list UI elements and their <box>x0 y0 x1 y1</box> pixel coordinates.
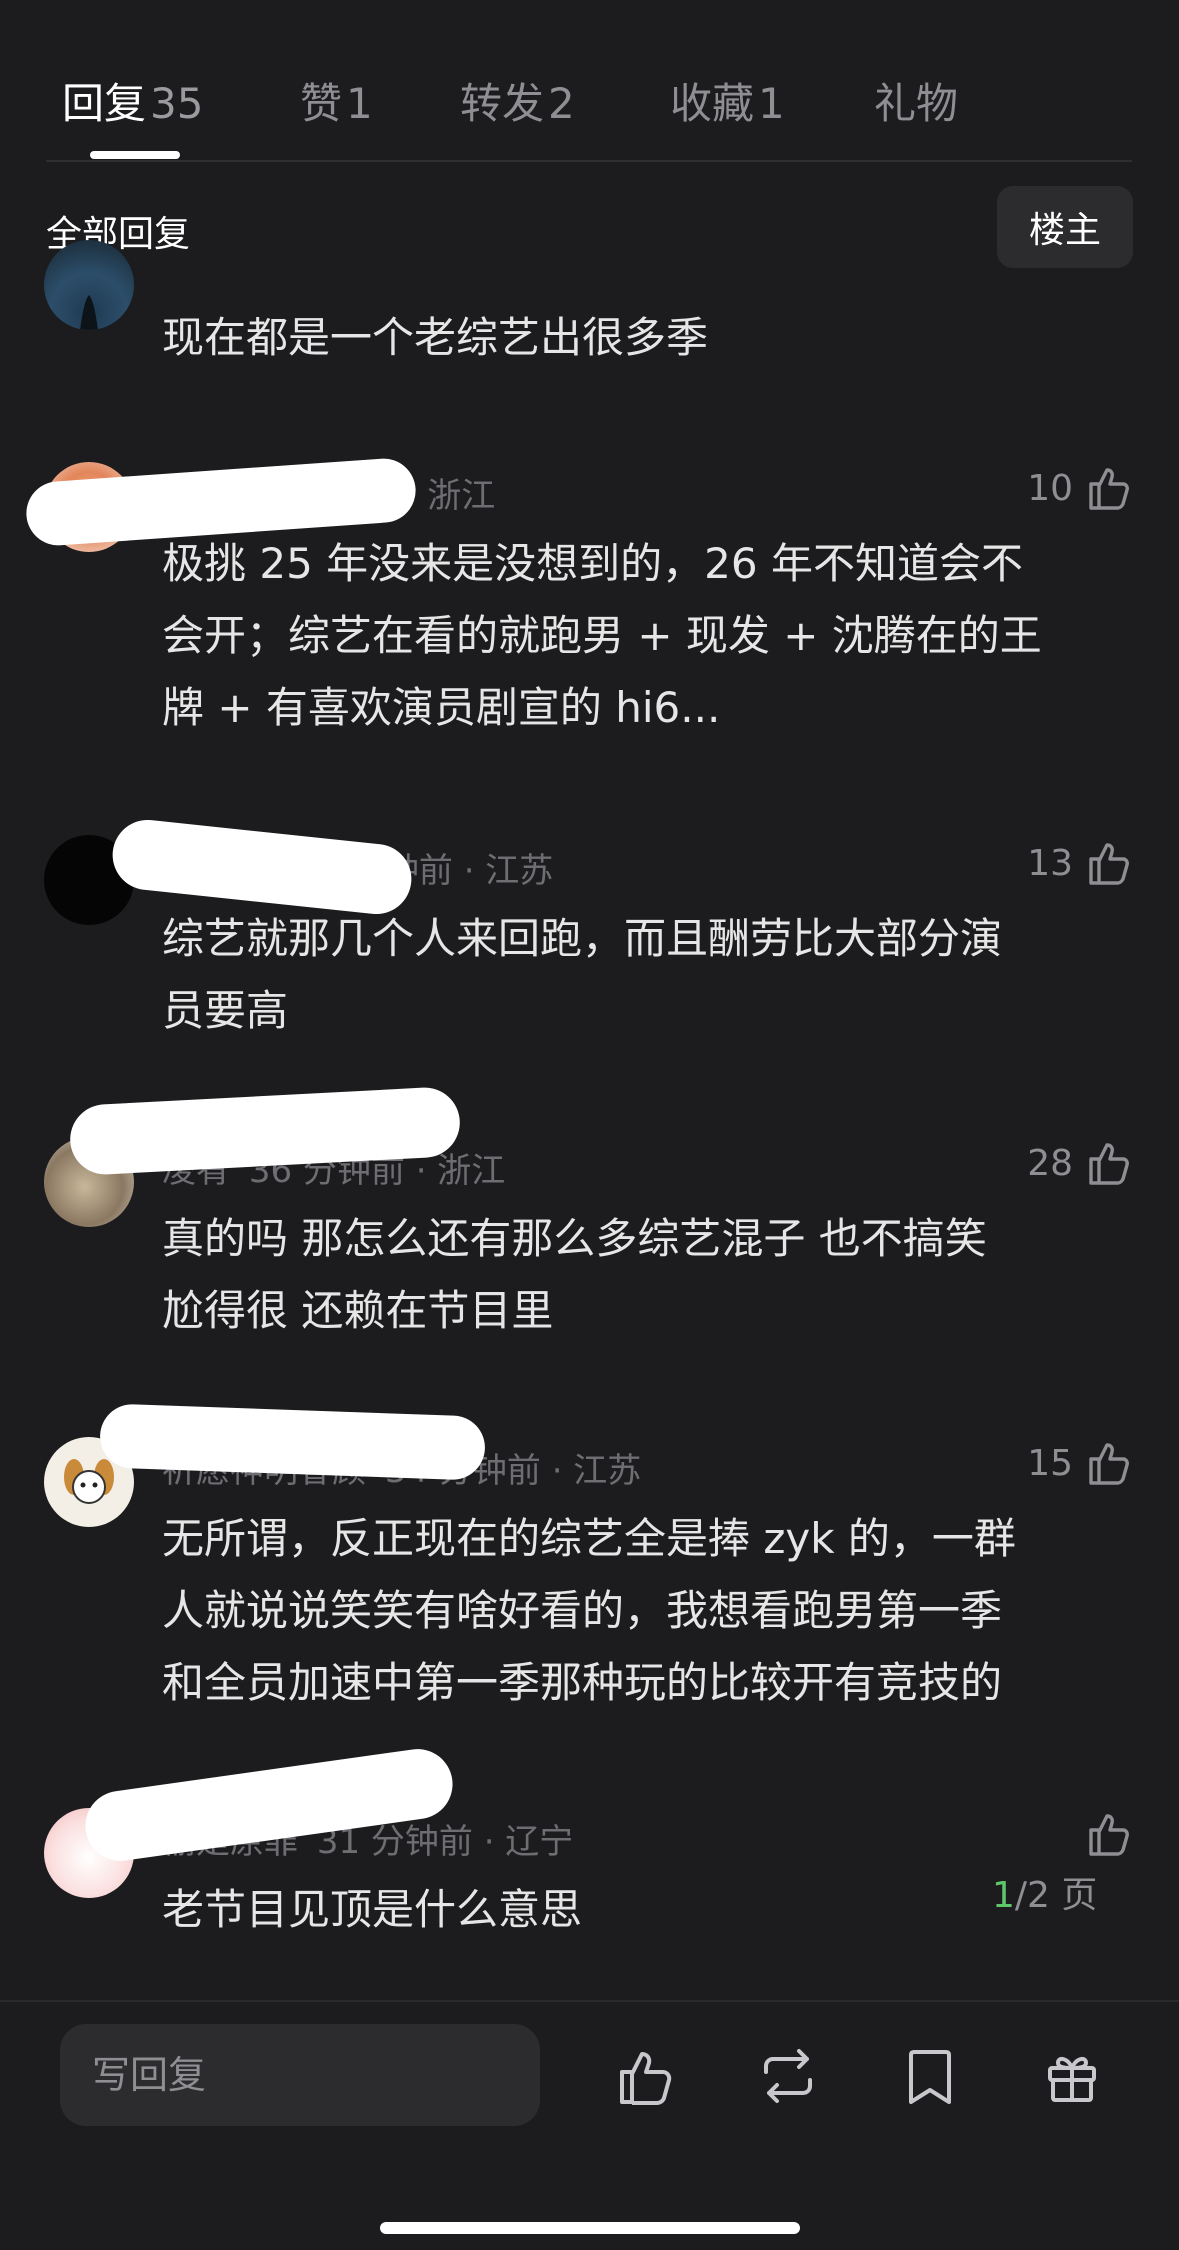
comment-line: 无所谓，反正现在的综艺全是捧 zyk 的，一群 <box>162 1514 1016 1563</box>
tab-bar: 回复35 赞1 转发2 收藏1 礼物 <box>46 60 1136 160</box>
tab-likes[interactable]: 赞1 <box>300 70 373 131</box>
comment-line: 老节目见顶是什么意思 <box>162 1885 583 1934</box>
like-count: 28 <box>1027 1142 1073 1184</box>
like-count: 10 <box>1027 467 1073 509</box>
like-count: 15 <box>1027 1442 1073 1484</box>
thumb-up-icon <box>1089 1143 1129 1185</box>
comment-body: 综艺就那几个人来回跑，而且酬劳比大部分演 员要高 <box>162 903 1122 1047</box>
tab-favorites[interactable]: 收藏1 <box>670 70 785 131</box>
comment-body: 真的吗 那怎么还有那么多综艺混子 也不搞笑 尬得很 还赖在节目里 <box>162 1203 1122 1347</box>
home-indicator <box>380 2222 800 2234</box>
bottom-action-bar <box>0 2000 1179 2250</box>
tab-reposts[interactable]: 转发2 <box>460 70 575 131</box>
tab-label: 回复 <box>62 79 147 128</box>
tab-count: 1 <box>758 79 785 128</box>
owner-filter-button[interactable]: 楼主 <box>997 186 1133 268</box>
bookmark-icon[interactable] <box>896 2042 964 2110</box>
repost-icon[interactable] <box>754 2042 822 2110</box>
reply-input[interactable] <box>60 2024 540 2126</box>
page-indicator[interactable]: 1/2 页 <box>992 1866 1097 1918</box>
comment-line: 员要高 <box>162 986 289 1035</box>
tab-label: 赞 <box>300 79 343 128</box>
thumb-up-icon <box>1089 468 1129 510</box>
like-icon[interactable] <box>612 2042 680 2110</box>
comment-body: 老节目见顶是什么意思 <box>162 1874 1122 1946</box>
comment-line: 现在都是一个老综艺出很多季 <box>162 313 709 362</box>
like-button[interactable] <box>1083 1808 1135 1860</box>
comment-line: 牌 + 有喜欢演员剧宣的 hi6... <box>162 683 721 732</box>
tab-label: 收藏 <box>670 79 755 128</box>
redaction-scribble <box>99 1403 486 1481</box>
tab-count: 2 <box>548 79 575 128</box>
thumb-up-icon <box>1089 1443 1129 1485</box>
comment-line: 尬得很 还赖在节目里 <box>162 1286 554 1335</box>
comment-body: 无所谓，反正现在的综艺全是捧 zyk 的，一群 人就说说笑笑有啥好看的，我想看跑… <box>162 1503 1122 1719</box>
comment-line: 极挑 25 年没来是没想到的，26 年不知道会不 <box>162 539 1023 588</box>
thumb-up-icon <box>1089 1814 1129 1856</box>
tab-count: 1 <box>346 79 373 128</box>
avatar-image-icon <box>80 295 98 330</box>
thumb-up-icon <box>1089 843 1129 885</box>
tab-gifts[interactable]: 礼物 <box>874 70 958 131</box>
tab-count: 35 <box>150 79 204 128</box>
like-button[interactable]: 13 <box>1027 837 1135 889</box>
like-button[interactable]: 28 <box>1027 1137 1135 1189</box>
reply-page: 回复35 赞1 转发2 收藏1 礼物 全部回复 楼主 现在都是一个老综艺出很多季 <box>0 0 1179 2250</box>
tab-replies[interactable]: 回复35 <box>62 70 203 131</box>
tab-label: 转发 <box>460 79 545 128</box>
tab-active-indicator <box>90 151 180 159</box>
gift-icon[interactable] <box>1038 2042 1106 2110</box>
comment-body: 现在都是一个老综艺出很多季 <box>162 302 1122 374</box>
comment-line: 综艺就那几个人来回跑，而且酬劳比大部分演 <box>162 914 1003 963</box>
comment-line: 和全员加速中第一季那种玩的比较开有竞技的 <box>162 1658 1003 1707</box>
tab-label: 礼物 <box>874 79 959 128</box>
page-total: /2 页 <box>1014 1875 1098 1916</box>
comment-line: 真的吗 那怎么还有那么多综艺混子 也不搞笑 <box>162 1214 987 1263</box>
like-button[interactable]: 10 <box>1027 462 1135 514</box>
like-count: 13 <box>1027 842 1073 884</box>
like-button[interactable]: 15 <box>1027 1437 1135 1489</box>
tabs-divider <box>46 160 1132 162</box>
comment-body: 极挑 25 年没来是没想到的，26 年不知道会不 会开；综艺在看的就跑男 + 现… <box>162 528 1122 744</box>
comment-line: 人就说说笑笑有啥好看的，我想看跑男第一季 <box>162 1586 1003 1635</box>
comment-line: 会开；综艺在看的就跑男 + 现发 + 沈腾在的王 <box>162 611 1042 660</box>
current-page: 1 <box>992 1875 1015 1916</box>
avatar[interactable] <box>44 240 134 330</box>
